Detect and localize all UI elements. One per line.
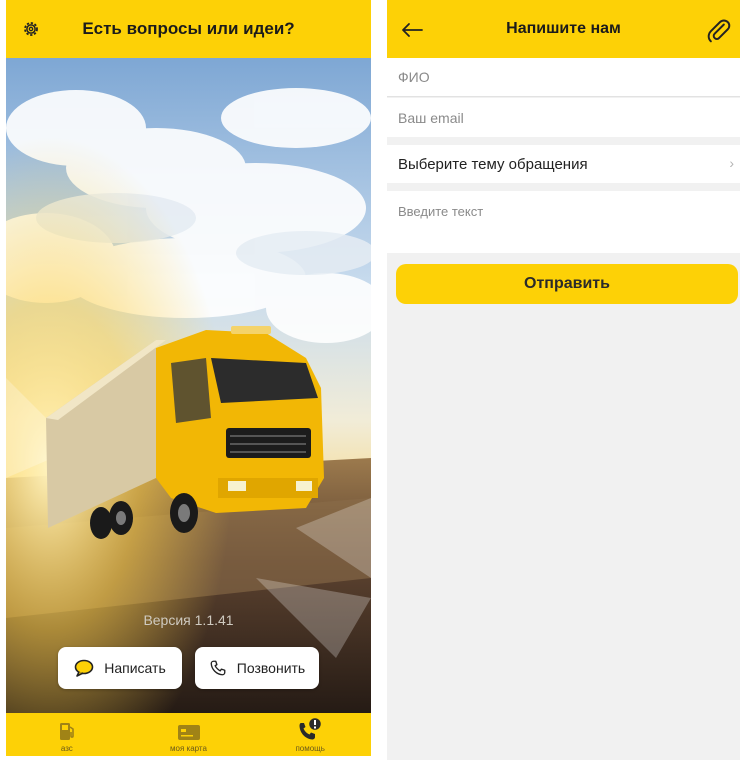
tab-azs[interactable]: азс	[6, 713, 128, 756]
write-button-label: Написать	[104, 660, 166, 676]
help-screen: Есть вопросы или идеи? Версия 1.1.41 Нап…	[6, 0, 371, 756]
tab-help[interactable]: помощь	[249, 713, 371, 756]
bottom-tabbar: азс моя карта помощь	[6, 713, 371, 756]
send-button-label: Отправить	[524, 275, 610, 292]
email-placeholder: Ваш email	[398, 109, 464, 126]
tab-help-label: помощь	[295, 744, 325, 753]
fio-field[interactable]: ФИО	[387, 58, 740, 97]
topic-select[interactable]: Выберите тему обращения ›	[387, 145, 740, 183]
page-title: Есть вопросы или идеи?	[82, 19, 295, 38]
call-button-label: Позвонить	[236, 660, 306, 676]
contact-form-screen: Напишите нам ФИО Ваш email Выберите тему…	[387, 0, 740, 760]
phone-icon	[210, 660, 226, 676]
version-text: Версия 1.1.41	[143, 612, 234, 628]
tab-azs-label: азс	[60, 744, 73, 753]
page-title: Напишите нам	[506, 20, 621, 37]
message-placeholder: Введите текст	[398, 204, 484, 219]
message-textarea[interactable]: Введите текст	[387, 191, 740, 253]
topic-select-label: Выберите тему обращения	[398, 155, 588, 173]
email-field[interactable]: Ваш email	[387, 98, 740, 137]
write-button[interactable]: Написать	[58, 647, 182, 689]
fuel-pump-icon	[59, 723, 74, 740]
help-phone-icon	[299, 717, 323, 740]
call-button[interactable]: Позвонить	[195, 647, 319, 689]
card-icon	[177, 725, 200, 740]
chat-bubble-icon	[74, 659, 94, 677]
fio-placeholder: ФИО	[398, 69, 430, 85]
send-button[interactable]: Отправить	[396, 264, 738, 304]
chevron-right-icon: ›	[729, 155, 734, 171]
help-header: Есть вопросы или идеи?	[6, 0, 371, 58]
paperclip-icon[interactable]	[706, 18, 732, 44]
tab-my-card[interactable]: моя карта	[128, 713, 250, 756]
tab-my-card-label: моя карта	[170, 744, 207, 753]
contact-header: Напишите нам	[387, 0, 740, 58]
